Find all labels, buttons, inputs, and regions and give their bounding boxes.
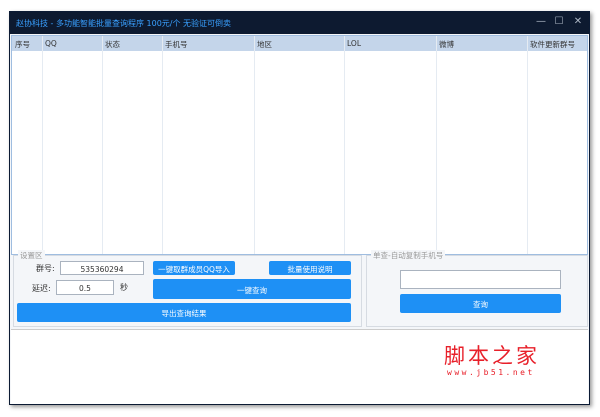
- single-query-button[interactable]: 查询: [400, 294, 561, 313]
- watermark-url: www.jb51.net: [447, 368, 535, 377]
- column-divider: [436, 36, 437, 254]
- single-query-input[interactable]: [400, 270, 561, 289]
- maximize-icon[interactable]: ☐: [550, 16, 568, 27]
- header-index[interactable]: 序号: [15, 39, 30, 50]
- delay-label: 延迟:: [32, 284, 51, 293]
- single-query-group: 单查-自动复制手机号 查询: [366, 250, 588, 327]
- column-divider: [344, 36, 345, 254]
- window-title: 赵协科技 - 多功能智能批量查询程序 100元/个 无验证可倒卖: [16, 19, 232, 28]
- title-bar: 赵协科技 - 多功能智能批量查询程序 100元/个 无验证可倒卖 — ☐ ✕: [10, 12, 589, 34]
- header-update-group[interactable]: 软件更新群号: [530, 39, 575, 50]
- column-divider: [254, 36, 255, 254]
- header-qq[interactable]: QQ: [45, 39, 57, 48]
- results-table[interactable]: 序号 QQ 状态 手机号 地区 LOL 微博 软件更新群号: [11, 35, 588, 255]
- header-weibo[interactable]: 微博: [439, 39, 454, 50]
- import-qq-button[interactable]: 一键取群成员QQ导入: [153, 261, 235, 275]
- watermark-logo: 脚本之家: [444, 344, 540, 368]
- settings-group: 设置区 群号: 535360294 延迟: 0.5 秒 一键取群成员QQ导入 批…: [13, 250, 362, 327]
- table-header: [12, 36, 587, 51]
- query-all-button[interactable]: 一键查询: [153, 279, 351, 299]
- header-lol[interactable]: LOL: [347, 39, 361, 48]
- group-label: 群号:: [36, 264, 55, 273]
- column-divider: [527, 36, 528, 254]
- delay-unit: 秒: [120, 283, 128, 292]
- minimize-icon[interactable]: —: [532, 16, 550, 27]
- column-divider: [162, 36, 163, 254]
- delay-input[interactable]: 0.5: [56, 280, 114, 295]
- column-divider: [102, 36, 103, 254]
- group-number-input[interactable]: 535360294: [60, 261, 144, 275]
- header-region[interactable]: 地区: [257, 39, 272, 50]
- export-results-button[interactable]: 导出查询结果: [17, 303, 351, 322]
- close-icon[interactable]: ✕: [569, 16, 587, 27]
- single-query-legend: 单查-自动复制手机号: [371, 250, 446, 261]
- header-status[interactable]: 状态: [105, 39, 120, 50]
- batch-help-button[interactable]: 批量使用说明: [269, 261, 351, 275]
- settings-legend: 设置区: [18, 250, 45, 261]
- header-phone[interactable]: 手机号: [165, 39, 188, 50]
- column-divider: [42, 36, 43, 254]
